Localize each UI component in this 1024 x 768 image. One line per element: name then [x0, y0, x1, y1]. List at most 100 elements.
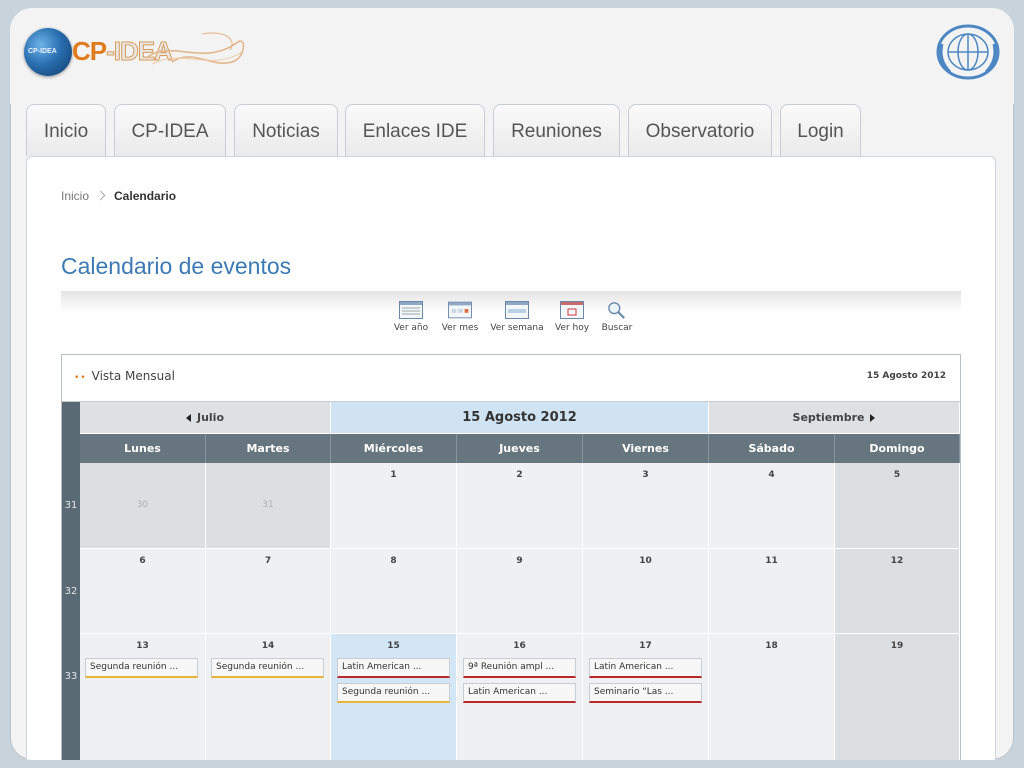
calendar-event[interactable]: Segunda reunión ... — [85, 658, 198, 678]
content-panel: Inicio Calendario Calendario de eventos V… — [26, 156, 996, 760]
day-number: 16 — [513, 641, 526, 651]
day-cell[interactable]: 19 — [835, 634, 960, 760]
prev-month-button[interactable]: Julio — [80, 402, 331, 433]
day-cell[interactable]: 8 — [331, 549, 457, 634]
day-cell[interactable]: 2 — [457, 463, 583, 549]
day-number: 17 — [639, 641, 652, 651]
day-number: 10 — [639, 556, 652, 566]
day-number: 11 — [765, 556, 778, 566]
nav-tab-login[interactable]: Login — [780, 104, 861, 156]
day-header-sabado: Sábado — [709, 434, 835, 463]
view-month-button[interactable]: Ver mes — [431, 301, 489, 333]
week-number[interactable]: 31 — [62, 500, 80, 511]
day-number: 13 — [136, 641, 149, 651]
arrow-left-icon — [185, 414, 191, 422]
day-cell[interactable]: 18 — [709, 634, 835, 760]
week-view-icon — [505, 301, 529, 319]
breadcrumb-current: Calendario — [114, 189, 177, 203]
nav-tab-inicio[interactable]: Inicio — [26, 104, 106, 156]
day-cell-today[interactable]: 15 Latin American ... Segunda reunión ..… — [331, 634, 457, 760]
nav-tab-noticias[interactable]: Noticias — [234, 104, 338, 156]
nav-tab-enlaces-ide[interactable]: Enlaces IDE — [345, 104, 485, 156]
day-number: 7 — [264, 556, 272, 566]
view-week-button[interactable]: Ver semana — [488, 301, 546, 333]
day-number: 6 — [139, 556, 146, 566]
day-cell[interactable]: 11 — [709, 549, 835, 634]
day-cell[interactable]: 3 — [583, 463, 709, 549]
calendar-event[interactable]: Latin American ... — [463, 683, 576, 703]
day-cell[interactable]: 16 9ª Reunión ampl ... Latin American ..… — [457, 634, 583, 760]
day-cell[interactable]: 13 Segunda reunión ... — [80, 634, 206, 760]
day-number: 2 — [516, 470, 523, 480]
week-number[interactable]: 33 — [62, 671, 80, 682]
month-view-icon — [448, 301, 472, 319]
day-header-domingo: Domingo — [835, 434, 960, 463]
day-cell[interactable]: 5 — [835, 463, 960, 549]
logo-swirl-decoration — [145, 32, 245, 65]
month-navigation: Julio 15 Agosto 2012 Septiembre — [62, 402, 960, 433]
calendar-event[interactable]: Latin American ... — [589, 658, 702, 678]
logo-text-part1: CP — [72, 36, 107, 66]
breadcrumb-home-link[interactable]: Inicio — [61, 189, 89, 203]
day-header-martes: Martes — [206, 434, 331, 463]
browser-frame: CP-IDEA CP-IDEA Inicio CP-IDEA Noticias … — [10, 8, 1014, 760]
nav-tab-cp-idea[interactable]: CP-IDEA — [114, 104, 226, 156]
nav-tab-observatorio[interactable]: Observatorio — [628, 104, 772, 156]
day-number: 19 — [890, 641, 904, 651]
un-emblem-icon — [936, 24, 1000, 80]
page-title: Calendario de eventos — [61, 253, 292, 279]
view-month-label: Ver mes — [441, 323, 479, 333]
calendar-event[interactable]: Latin American ... — [337, 658, 450, 678]
day-number: 4 — [768, 470, 775, 480]
day-cell[interactable]: 9 — [457, 549, 583, 634]
monthly-calendar: •• Vista Mensual 15 Agosto 2012 Julio 15 … — [61, 354, 961, 760]
current-month-title: 15 Agosto 2012 — [331, 402, 709, 433]
view-mode-text: Vista Mensual — [91, 369, 175, 383]
bullet-dots-icon: •• — [74, 373, 87, 383]
next-month-label: Septiembre — [792, 411, 865, 424]
arrow-right-icon — [870, 414, 876, 422]
site-header: CP-IDEA CP-IDEA — [10, 8, 1014, 104]
day-cell[interactable]: 14 Segunda reunión ... — [206, 634, 331, 760]
calendar-header: •• Vista Mensual 15 Agosto 2012 — [62, 355, 960, 402]
day-number: 8 — [390, 556, 397, 566]
day-header-lunes: Lunes — [80, 434, 206, 463]
header-date: 15 Agosto 2012 — [866, 371, 946, 381]
calendar-event[interactable]: Segunda reunión ... — [337, 683, 450, 703]
day-number: 1 — [390, 470, 397, 480]
calendar-event[interactable]: Segunda reunión ... — [211, 658, 324, 678]
day-cell[interactable]: 6 — [80, 549, 206, 634]
breadcrumb: Inicio Calendario — [61, 189, 176, 203]
day-cell[interactable]: 7 — [206, 549, 331, 634]
nav-tab-reuniones[interactable]: Reuniones — [493, 104, 620, 156]
day-cell[interactable]: 10 — [583, 549, 709, 634]
calendar-event[interactable]: Seminario “Las ... — [589, 683, 702, 703]
day-number: 15 — [387, 641, 400, 651]
search-label: Buscar — [601, 323, 633, 333]
day-number: 9 — [516, 556, 523, 566]
calendar-toolbar: Ver año Ver mes Ver semana Ver hoy Busca… — [61, 291, 961, 353]
view-mode-label: •• Vista Mensual — [74, 369, 175, 383]
cp-idea-logo[interactable]: CP-IDEA CP-IDEA — [22, 24, 252, 80]
search-button[interactable]: Buscar — [588, 301, 646, 333]
day-number: 18 — [765, 641, 778, 651]
day-cell[interactable]: 1 — [331, 463, 457, 549]
view-week-label: Ver semana — [490, 323, 544, 333]
week-number-strip — [62, 402, 80, 760]
calendar-event[interactable]: 9ª Reunión ampl ... — [463, 658, 576, 678]
today-view-icon — [560, 301, 584, 319]
day-cell[interactable]: 31 — [206, 463, 331, 549]
day-header-viernes: Viernes — [583, 434, 709, 463]
day-cell[interactable]: 17 Latin American ... Seminario “Las ... — [583, 634, 709, 760]
next-month-button[interactable]: Septiembre — [709, 402, 960, 433]
day-cell[interactable]: 30 — [80, 463, 206, 549]
logo-globe-label: CP-IDEA — [28, 48, 57, 55]
day-number: 12 — [890, 556, 904, 566]
day-cell[interactable]: 12 — [835, 549, 960, 634]
day-header-miercoles: Miércoles — [331, 434, 457, 463]
day-number: 31 — [262, 500, 274, 510]
day-cell[interactable]: 4 — [709, 463, 835, 549]
search-icon — [608, 302, 625, 319]
day-number: 14 — [261, 641, 275, 651]
week-number[interactable]: 32 — [62, 586, 80, 597]
